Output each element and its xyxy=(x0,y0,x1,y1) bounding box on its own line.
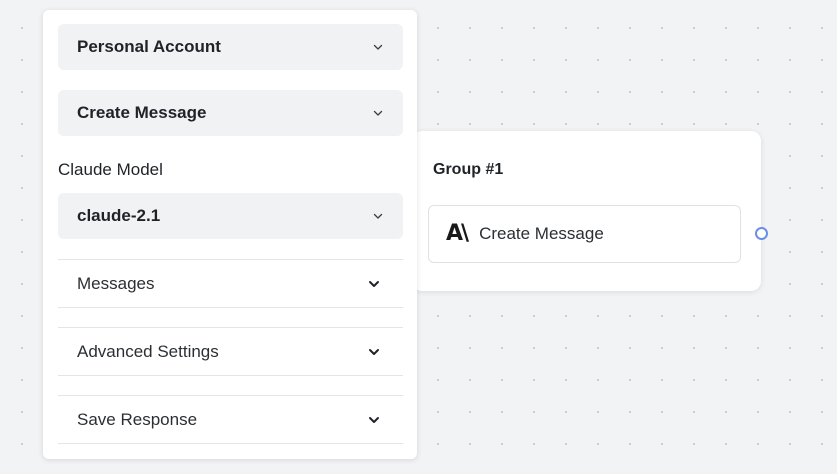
chevron-down-icon xyxy=(371,40,385,54)
divider xyxy=(58,307,403,308)
model-dropdown[interactable]: claude-2.1 xyxy=(58,193,403,239)
divider xyxy=(58,327,403,328)
output-connector-handle[interactable] xyxy=(755,227,768,240)
messages-section-toggle[interactable]: Messages xyxy=(58,261,403,307)
save-response-section-toggle[interactable]: Save Response xyxy=(58,397,403,443)
messages-section-label: Messages xyxy=(77,274,155,293)
divider xyxy=(58,375,403,376)
divider xyxy=(58,443,403,444)
chevron-down-icon xyxy=(367,413,381,427)
advanced-settings-section-toggle[interactable]: Advanced Settings xyxy=(58,329,403,375)
chevron-down-icon xyxy=(367,345,381,359)
config-panel: Personal Account Create Message Claude M… xyxy=(43,10,417,459)
chevron-down-icon xyxy=(371,209,385,223)
step-label: Create Message xyxy=(479,224,604,243)
chevron-down-icon xyxy=(367,277,381,291)
account-dropdown-label: Personal Account xyxy=(77,37,221,56)
model-dropdown-value: claude-2.1 xyxy=(77,206,161,225)
chevron-down-icon xyxy=(371,106,385,120)
group-node[interactable]: Group #1 A\ Create Message xyxy=(412,131,761,291)
anthropic-logo-icon: A\ xyxy=(446,221,469,246)
advanced-settings-section-label: Advanced Settings xyxy=(77,342,219,361)
action-dropdown-label: Create Message xyxy=(77,103,207,122)
save-response-section-label: Save Response xyxy=(77,410,198,429)
action-dropdown[interactable]: Create Message xyxy=(58,90,403,136)
divider xyxy=(58,259,403,260)
model-section-label: Claude Model xyxy=(58,160,163,179)
group-title: Group #1 xyxy=(433,161,504,178)
create-message-step[interactable]: A\ Create Message xyxy=(428,205,741,263)
divider xyxy=(58,395,403,396)
account-dropdown[interactable]: Personal Account xyxy=(58,24,403,70)
